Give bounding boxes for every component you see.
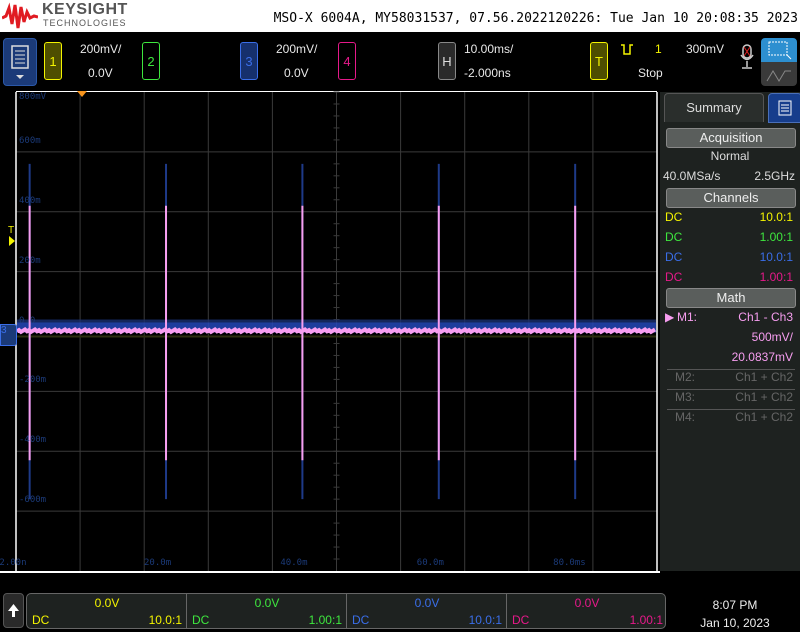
m3-name: M3: — [675, 390, 696, 404]
x-tick-label: 20.0m — [144, 558, 172, 568]
y-tick-label: 800mV — [19, 92, 47, 102]
channel-coupling: DC — [665, 230, 683, 244]
zoom-box-button[interactable] — [761, 38, 797, 62]
acquisition-mode: Normal — [710, 149, 750, 163]
y-tick-label: -400m — [19, 435, 47, 446]
channel-coupling: DC — [32, 613, 50, 627]
channel-offset: 0.0V — [574, 596, 600, 610]
channel-probe-ratio: 1.00:1 — [759, 270, 793, 284]
y-tick-label: 400m — [19, 195, 41, 206]
channel-probe-ratio: 1.00:1 — [759, 230, 793, 244]
y-tick-label: 200m — [19, 255, 41, 266]
channel-probe-ratio: 10.0:1 — [468, 613, 502, 627]
arrow-up-icon — [8, 604, 19, 617]
channel-probe-ratio: 1.00:1 — [308, 613, 342, 627]
math-trace-baseline — [15, 327, 657, 335]
channel-coupling: DC — [352, 613, 370, 627]
list-icon — [778, 100, 792, 116]
microphone-muted-icon[interactable] — [738, 44, 756, 72]
select-region-icon — [768, 41, 792, 60]
y-tick-label: 0.0 — [19, 315, 36, 326]
x-tick-label: -2.00n — [0, 558, 27, 568]
channel-offset: 0.0V — [414, 596, 440, 610]
channel-2-summary-row[interactable]: DC 1.00:1 — [665, 228, 793, 246]
channel-probe-ratio: 10.0:1 — [148, 613, 182, 627]
summary-panel: Summary Acquisition Normal 40.0MSa/s 2.5… — [660, 92, 800, 571]
clock-time: 8:07 PM — [712, 598, 758, 612]
m4-expression: Ch1 + Ch2 — [735, 410, 793, 424]
trigger-level: 300mV — [686, 42, 725, 56]
m2-name: M2: — [675, 370, 696, 384]
m1-name: M1: — [677, 310, 698, 324]
channel-probe-ratio: 10.0:1 — [759, 210, 793, 224]
waveform-gesture-icon — [766, 70, 791, 82]
y-tick-label: 600m — [19, 135, 41, 146]
math-m1-row[interactable]: ▶ M1: Ch1 - Ch3 — [665, 308, 793, 326]
sample-rate: 40.0MSa/s — [663, 169, 721, 183]
channel-1-footer-cell[interactable]: 0.0V DC 10.0:1 — [27, 594, 187, 628]
channel-coupling: DC — [665, 210, 683, 224]
channel-probe-ratio: 10.0:1 — [759, 250, 793, 264]
channel-offset: 0.0V — [94, 596, 120, 610]
tab-menu[interactable] — [768, 93, 800, 123]
m1-offset: 20.0837mV — [731, 350, 793, 364]
channel-coupling: DC — [665, 270, 683, 284]
clock-date: Jan 10, 2023 — [700, 616, 770, 630]
math-m4-row[interactable]: M4: Ch1 + Ch2 — [675, 408, 793, 426]
m1-active-arrow-icon: ▶ — [665, 310, 675, 324]
ground-marker-label: 3 — [1, 325, 7, 336]
channels-header[interactable]: Channels — [666, 188, 796, 208]
m4-name: M4: — [675, 410, 696, 424]
channel-summary-strip: 0.0V DC 10.0:1 0.0V DC 1.00:1 0.0V DC 10.0:1 0.0V… — [26, 593, 666, 629]
waveform-display[interactable] — [0, 0, 660, 575]
x-tick-label: 40.0m — [280, 558, 308, 568]
channel-coupling: DC — [512, 613, 530, 627]
x-tick-label: 80.0ms — [553, 558, 586, 568]
acquisition-header[interactable]: Acquisition — [666, 128, 796, 148]
trigger-level-marker[interactable]: T — [8, 225, 15, 246]
m3-expression: Ch1 + Ch2 — [735, 390, 793, 404]
m1-scale: 500mV/ — [751, 330, 793, 344]
channel-3-trace-envelope — [17, 319, 656, 323]
touch-draw-button[interactable] — [761, 62, 797, 86]
channel-probe-ratio: 1.00:1 — [629, 613, 663, 627]
channel-3-footer-cell[interactable]: 0.0V DC 10.0:1 — [347, 594, 507, 628]
channel-offset: 0.0V — [254, 596, 280, 610]
clock: 8:07 PM Jan 10, 2023 — [670, 596, 800, 632]
bandwidth: 2.5GHz — [754, 169, 795, 183]
math-m2-row[interactable]: M2: Ch1 + Ch2 — [675, 368, 793, 386]
channel-1-summary-row[interactable]: DC 10.0:1 — [665, 208, 793, 226]
trigger-arrow-icon — [9, 236, 15, 246]
channel-4-footer-cell[interactable]: 0.0V DC 1.00:1 — [507, 594, 667, 628]
y-tick-label: -200m — [19, 375, 47, 386]
trigger-time-marker-icon[interactable] — [77, 91, 87, 97]
math-m3-row[interactable]: M3: Ch1 + Ch2 — [675, 388, 793, 406]
m1-expression: Ch1 - Ch3 — [738, 310, 793, 324]
x-tick-label: 60.0m — [416, 558, 444, 568]
math-header[interactable]: Math — [666, 288, 796, 308]
channel-3-summary-row[interactable]: DC 10.0:1 — [665, 248, 793, 266]
expand-up-button[interactable] — [3, 593, 24, 628]
channel-4-summary-row[interactable]: DC 1.00:1 — [665, 268, 793, 286]
y-tick-label: -600m — [19, 495, 47, 506]
channel-coupling: DC — [665, 250, 683, 264]
channel-coupling: DC — [192, 613, 210, 627]
m2-expression: Ch1 + Ch2 — [735, 370, 793, 384]
trigger-marker-label: T — [8, 225, 15, 236]
tab-summary[interactable]: Summary — [664, 93, 764, 122]
channel-3-ground-marker[interactable]: 3 — [0, 324, 17, 346]
channel-1-trace — [17, 335, 656, 338]
channel-2-footer-cell[interactable]: 0.0V DC 1.00:1 — [187, 594, 347, 628]
